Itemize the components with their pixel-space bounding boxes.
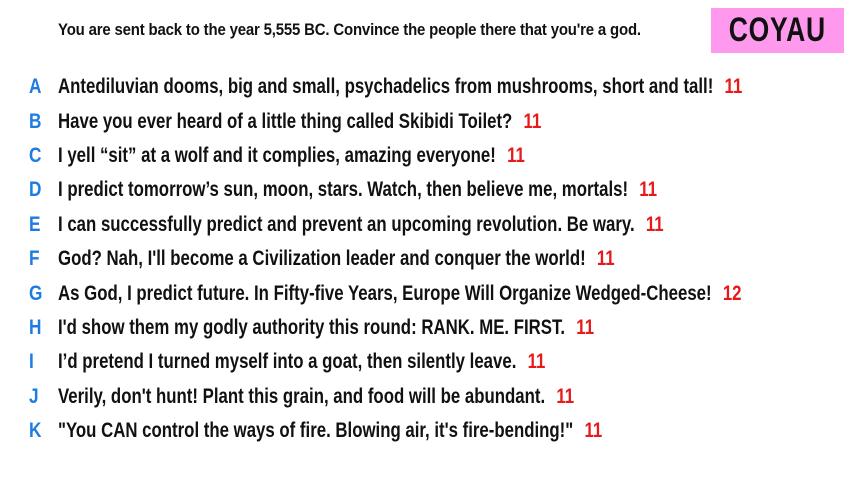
answer-body: I’d pretend I turned myself into a goat,…	[58, 350, 545, 374]
answer-letter: D	[29, 178, 42, 202]
vote-count: 11	[576, 315, 595, 339]
vote-count: 11	[645, 212, 664, 236]
answer-row-e: E I can successfully predict and prevent…	[0, 208, 853, 242]
vote-count: 12	[722, 281, 742, 305]
answer-body: I can successfully predict and prevent a…	[58, 213, 664, 237]
vote-count: 11	[584, 419, 603, 443]
answer-text: As God, I predict future. In Fifty-five …	[58, 281, 712, 305]
answer-letter: I	[29, 350, 34, 374]
answer-row-k: K "You CAN control the ways of fire. Blo…	[0, 414, 853, 448]
vote-count: 11	[596, 247, 615, 271]
answer-row-f: F God? Nah, I'll become a Civilization l…	[0, 242, 853, 276]
answer-row-c: C I yell “sit” at a wolf and it complies…	[0, 139, 853, 173]
answer-body: I predict tomorrow’s sun, moon, stars. W…	[58, 178, 657, 202]
answer-text: I predict tomorrow’s sun, moon, stars. W…	[58, 178, 629, 202]
answer-body: Verily, don't hunt! Plant this grain, an…	[58, 385, 574, 409]
prompt-text: You are sent back to the year 5,555 BC. …	[58, 20, 641, 39]
answer-body: I yell “sit” at a wolf and it complies, …	[58, 144, 525, 168]
answer-letter: F	[29, 247, 40, 271]
answer-text: I can successfully predict and prevent a…	[58, 212, 635, 236]
answer-row-i: I I’d pretend I turned myself into a goa…	[0, 345, 853, 379]
answer-text: Antediluvian dooms, big and small, psych…	[58, 75, 714, 99]
answer-letter: G	[29, 281, 43, 305]
answer-letter: C	[29, 143, 42, 167]
vote-count: 11	[724, 75, 743, 99]
answer-text: I’d pretend I turned myself into a goat,…	[58, 350, 517, 374]
answer-body: As God, I predict future. In Fifty-five …	[58, 282, 742, 306]
answer-letter: J	[29, 384, 39, 408]
player-name-badge: COYAU	[711, 8, 844, 53]
vote-count: 11	[527, 350, 546, 374]
answer-text: Have you ever heard of a little thing ca…	[58, 109, 513, 133]
answer-text: I'd show them my godly authority this ro…	[58, 315, 566, 339]
answer-text: Verily, don't hunt! Plant this grain, an…	[58, 384, 546, 408]
answer-row-j: J Verily, don't hunt! Plant this grain, …	[0, 380, 853, 414]
answer-row-b: B Have you ever heard of a little thing …	[0, 104, 853, 138]
answer-letter: K	[29, 419, 42, 443]
answer-body: Have you ever heard of a little thing ca…	[58, 110, 541, 134]
vote-count: 11	[507, 143, 525, 167]
vote-count: 11	[639, 178, 658, 202]
answer-body: God? Nah, I'll become a Civilization lea…	[58, 247, 615, 271]
vote-count: 11	[556, 384, 575, 408]
answer-list: A Antediluvian dooms, big and small, psy…	[0, 70, 853, 448]
vote-count: 11	[523, 109, 542, 133]
answer-letter: E	[29, 212, 41, 236]
answer-row-d: D I predict tomorrow’s sun, moon, stars.…	[0, 173, 853, 207]
answer-row-g: G As God, I predict future. In Fifty-fiv…	[0, 276, 853, 310]
answer-row-a: A Antediluvian dooms, big and small, psy…	[0, 70, 853, 104]
answer-row-h: H I'd show them my godly authority this …	[0, 311, 853, 345]
answer-text: God? Nah, I'll become a Civilization lea…	[58, 247, 586, 271]
player-name-label: COYAU	[728, 11, 827, 49]
answer-body: I'd show them my godly authority this ro…	[58, 316, 594, 340]
answer-letter: A	[29, 75, 42, 99]
answer-body: Antediluvian dooms, big and small, psych…	[58, 75, 742, 99]
answer-text: I yell “sit” at a wolf and it complies, …	[58, 143, 496, 167]
answer-text: "You CAN control the ways of fire. Blowi…	[58, 419, 574, 443]
answer-letter: H	[29, 315, 42, 339]
answer-body: "You CAN control the ways of fire. Blowi…	[58, 419, 602, 443]
answer-letter: B	[29, 109, 42, 133]
